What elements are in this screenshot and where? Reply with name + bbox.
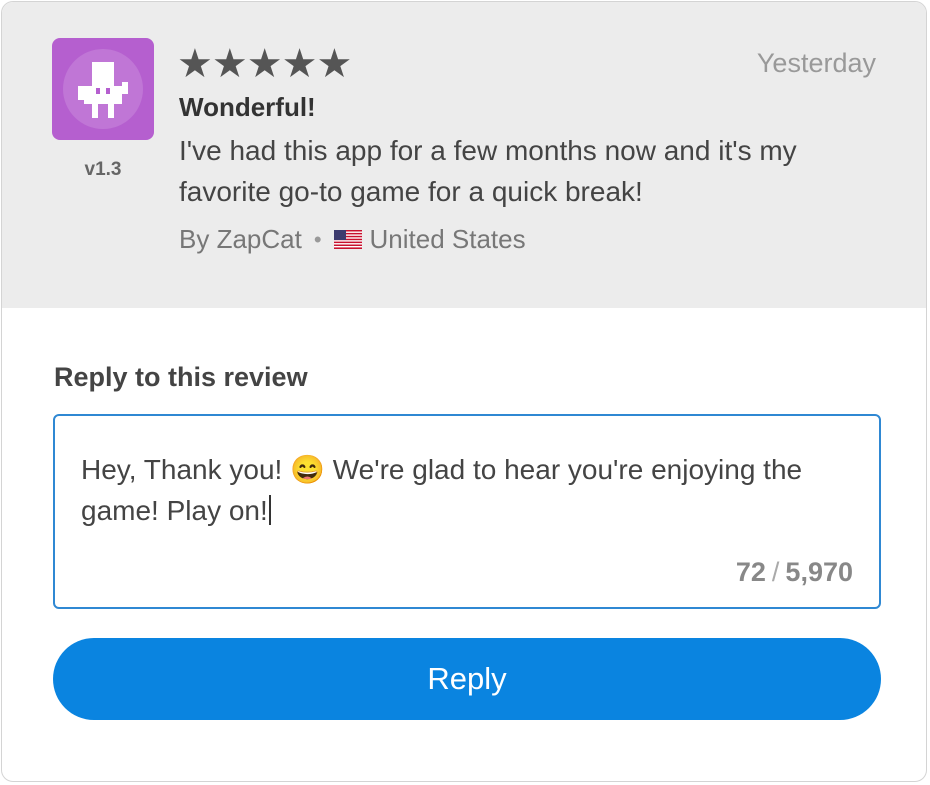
app-icon <box>52 38 154 140</box>
review-author: By ZapCat <box>179 224 302 254</box>
review-byline: By ZapCat • United States <box>179 224 526 255</box>
char-count: 72 <box>735 557 766 587</box>
reply-textarea[interactable]: Hey, Thank you! 😄 We're glad to hear you… <box>53 414 881 609</box>
review-card: v1.3 ★★★★★ Yesterday Wonderful! I've had… <box>1 1 927 782</box>
review-date: Yesterday <box>756 48 876 78</box>
byline-separator: • <box>313 226 322 252</box>
app-version: v1.3 <box>84 159 122 180</box>
counter-separator: / <box>771 557 780 587</box>
review-section: v1.3 ★★★★★ Yesterday Wonderful! I've had… <box>2 2 926 308</box>
rating-stars: ★★★★★ <box>177 41 352 87</box>
grinning-emoji-icon: 😄 <box>290 454 325 485</box>
review-body: I've had this app for a few months now a… <box>179 135 797 207</box>
robot-icon <box>78 62 128 118</box>
char-limit: 5,970 <box>785 557 853 587</box>
review-country: United States <box>369 224 526 254</box>
text-caret <box>268 495 271 525</box>
reply-button[interactable]: Reply <box>53 638 881 720</box>
character-counter: 72/5,970 <box>736 557 853 588</box>
review-title: Wonderful! <box>179 92 316 122</box>
reply-text-part-1: Hey, Thank you! <box>81 454 291 485</box>
reply-section-label: Reply to this review <box>54 362 308 392</box>
us-flag-icon <box>333 230 362 249</box>
reply-text[interactable]: Hey, Thank you! 😄 We're glad to hear you… <box>81 449 861 531</box>
